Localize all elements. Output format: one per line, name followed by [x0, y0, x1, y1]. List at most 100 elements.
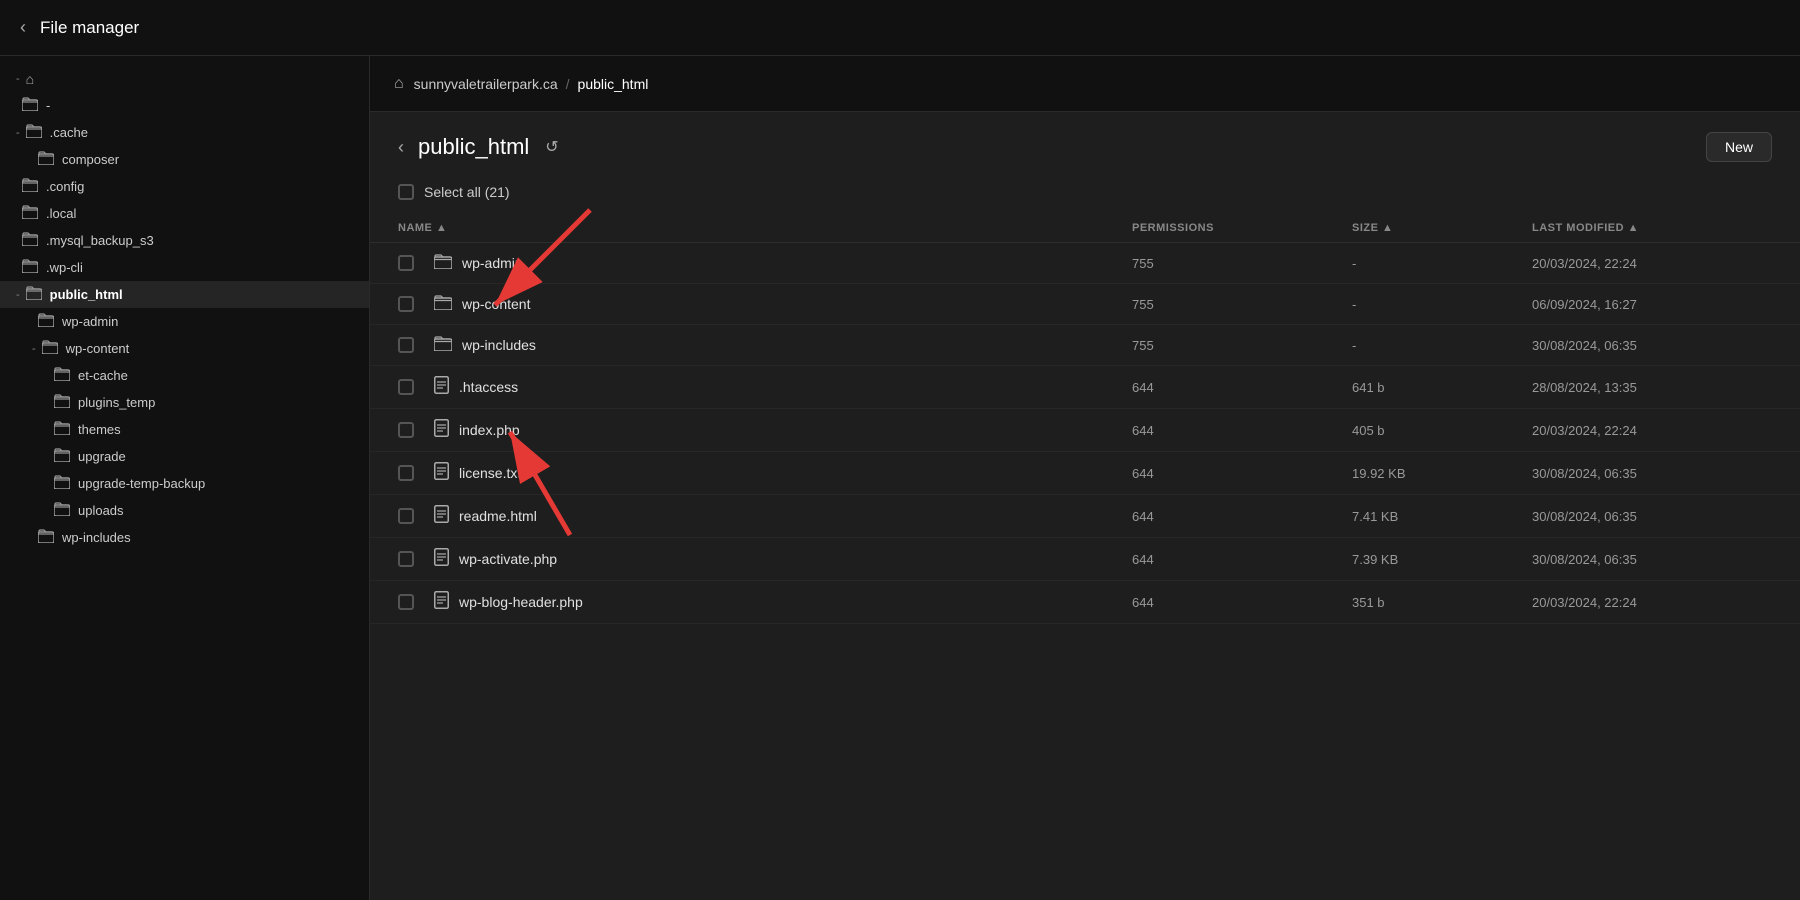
th-permissions[interactable]: PERMISSIONS — [1132, 222, 1352, 234]
breadcrumb-separator: / — [566, 76, 570, 92]
sidebar-item-wp-includes[interactable]: wp-includes — [0, 524, 369, 551]
select-all-label: Select all (21) — [424, 184, 510, 200]
permissions-cell-6: 644 — [1132, 509, 1352, 524]
file-name-cell-7: wp-activate.php — [398, 548, 1132, 570]
row-checkbox-1[interactable] — [398, 296, 414, 312]
sidebar-item-et-cache[interactable]: et-cache — [0, 362, 369, 389]
table-row[interactable]: readme.html6447.41 KB30/08/2024, 06:35 — [370, 495, 1800, 538]
row-checkbox-4[interactable] — [398, 422, 414, 438]
sidebar-item-public_html[interactable]: -public_html — [0, 281, 369, 308]
folder-icon — [434, 335, 452, 355]
table-row[interactable]: wp-admin755-20/03/2024, 22:24 — [370, 243, 1800, 284]
row-checkbox-3[interactable] — [398, 379, 414, 395]
sidebar-item-wp-content[interactable]: -wp-content — [0, 335, 369, 362]
sidebar-item-config[interactable]: .config — [0, 173, 369, 200]
file-name-cell-3: .htaccess — [398, 376, 1132, 398]
size-cell-4: 405 b — [1352, 423, 1532, 438]
file-name-cell-4: index.php — [398, 419, 1132, 441]
sidebar-item-upgrade-temp[interactable]: upgrade-temp-backup — [0, 470, 369, 497]
file-name-text-4: index.php — [459, 422, 520, 438]
table-row[interactable]: license.txt64419.92 KB30/08/2024, 06:35 — [370, 452, 1800, 495]
table-row[interactable]: wp-content755-06/09/2024, 16:27 — [370, 284, 1800, 325]
permissions-cell-4: 644 — [1132, 423, 1352, 438]
folder-icon-wp-content — [42, 340, 58, 357]
new-button[interactable]: New — [1706, 132, 1772, 162]
permissions-cell-2: 755 — [1132, 338, 1352, 353]
folder-icon-themes — [54, 421, 70, 438]
file-name-text-2: wp-includes — [462, 337, 536, 353]
size-cell-3: 641 b — [1352, 380, 1532, 395]
permissions-cell-3: 644 — [1132, 380, 1352, 395]
sidebar-label-composer: composer — [62, 152, 119, 167]
row-checkbox-7[interactable] — [398, 551, 414, 567]
permissions-cell-8: 644 — [1132, 595, 1352, 610]
select-all-checkbox[interactable] — [398, 184, 414, 200]
table-row[interactable]: wp-blog-header.php644351 b20/03/2024, 22… — [370, 581, 1800, 624]
file-name-cell-5: license.txt — [398, 462, 1132, 484]
folder-name: public_html — [418, 134, 529, 160]
breadcrumb-current[interactable]: public_html — [578, 76, 649, 92]
sidebar-item-home[interactable]: -⌂ — [0, 66, 369, 92]
table-row[interactable]: .htaccess644641 b28/08/2024, 13:35 — [370, 366, 1800, 409]
sidebar-label-wp-admin: wp-admin — [62, 314, 118, 329]
sidebar-item-upgrade[interactable]: upgrade — [0, 443, 369, 470]
sidebar-label-public_html: public_html — [50, 287, 123, 302]
sidebar-label-config: .config — [46, 179, 84, 194]
file-name-text-5: license.txt — [459, 465, 521, 481]
sidebar-label-cache: .cache — [50, 125, 88, 140]
main-layout: -⌂--.cachecomposer.config.local.mysql_ba… — [0, 56, 1800, 900]
file-icon — [434, 419, 449, 441]
file-name-text-6: readme.html — [459, 508, 537, 524]
select-all-row: Select all (21) — [370, 178, 1800, 214]
sidebar-item-local[interactable]: .local — [0, 200, 369, 227]
sidebar-item-plugins_temp[interactable]: plugins_temp — [0, 389, 369, 416]
folder-icon-composer — [38, 151, 54, 168]
refresh-icon[interactable]: ↺ — [545, 137, 558, 157]
folder-icon-plugins_temp — [54, 394, 70, 411]
folder-icon-local — [22, 205, 38, 222]
sidebar-label-mysql: .mysql_backup_s3 — [46, 233, 154, 248]
file-name-cell-0: wp-admin — [398, 253, 1132, 273]
th-size[interactable]: SIZE ▲ — [1352, 222, 1532, 234]
size-cell-2: - — [1352, 338, 1532, 353]
modified-cell-2: 30/08/2024, 06:35 — [1532, 338, 1772, 353]
permissions-cell-5: 644 — [1132, 466, 1352, 481]
sidebar-item-themes[interactable]: themes — [0, 416, 369, 443]
folder-icon-uploads — [54, 502, 70, 519]
sidebar-item-composer[interactable]: composer — [0, 146, 369, 173]
file-icon — [434, 376, 449, 398]
sidebar-item-uploads[interactable]: uploads — [0, 497, 369, 524]
sidebar-label-wp-includes: wp-includes — [62, 530, 131, 545]
file-name-cell-6: readme.html — [398, 505, 1132, 527]
row-checkbox-8[interactable] — [398, 594, 414, 610]
sidebar-label-wp-content: wp-content — [66, 341, 130, 356]
folder-icon-cache — [26, 124, 42, 141]
file-name-cell-1: wp-content — [398, 294, 1132, 314]
size-cell-0: - — [1352, 256, 1532, 271]
modified-cell-8: 20/03/2024, 22:24 — [1532, 595, 1772, 610]
th-last_modified[interactable]: LAST MODIFIED ▲ — [1532, 222, 1772, 234]
folder-back-button[interactable]: ‹ — [398, 137, 404, 158]
sidebar-item-wp-admin[interactable]: wp-admin — [0, 308, 369, 335]
size-cell-8: 351 b — [1352, 595, 1532, 610]
table-row[interactable]: index.php644405 b20/03/2024, 22:24 — [370, 409, 1800, 452]
home-icon: ⌂ — [26, 71, 34, 87]
row-checkbox-5[interactable] — [398, 465, 414, 481]
modified-cell-1: 06/09/2024, 16:27 — [1532, 297, 1772, 312]
file-name-cell-8: wp-blog-header.php — [398, 591, 1132, 613]
sidebar-item-cache[interactable]: -.cache — [0, 119, 369, 146]
table-row[interactable]: wp-includes 755-30/08/2024, 06:35 — [370, 325, 1800, 366]
breadcrumb-bar: ⌂ sunnyvaletrailerpark.ca / public_html — [370, 56, 1800, 112]
file-name-text-0: wp-admin — [462, 255, 523, 271]
folder-icon-upgrade — [54, 448, 70, 465]
table-row[interactable]: wp-activate.php6447.39 KB30/08/2024, 06:… — [370, 538, 1800, 581]
row-checkbox-0[interactable] — [398, 255, 414, 271]
th-name[interactable]: NAME ▲ — [398, 222, 1132, 234]
row-checkbox-2[interactable] — [398, 337, 414, 353]
sidebar-item-home[interactable]: - — [0, 92, 369, 119]
row-checkbox-6[interactable] — [398, 508, 414, 524]
top-bar-back-button[interactable]: ‹ — [20, 17, 26, 38]
sidebar-item-wpcli[interactable]: .wp-cli — [0, 254, 369, 281]
sidebar-item-mysql[interactable]: .mysql_backup_s3 — [0, 227, 369, 254]
breadcrumb-site[interactable]: sunnyvaletrailerpark.ca — [414, 76, 558, 92]
